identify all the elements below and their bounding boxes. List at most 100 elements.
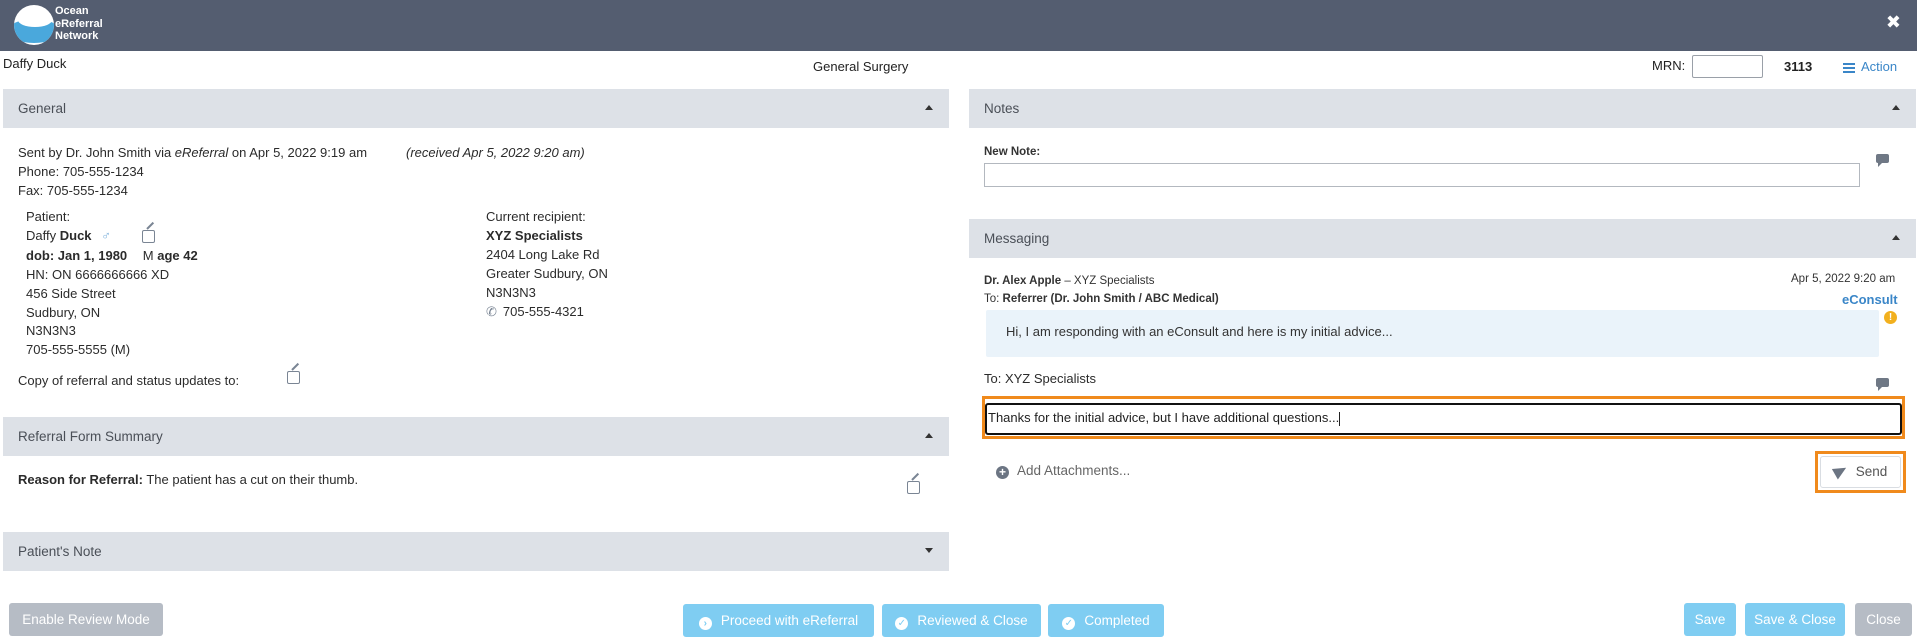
patient-hn: HN: ON 6666666666 XD [26, 267, 170, 282]
close-window-icon[interactable]: ✖ [1886, 12, 1901, 33]
mrn-input[interactable] [1692, 55, 1763, 78]
completed-button[interactable]: ✓ Completed [1048, 604, 1164, 637]
send-button[interactable]: Send [1820, 456, 1901, 488]
messaging-panel-title: Messaging [984, 231, 1050, 246]
patient-dob: dob: Jan 1, 1980 [26, 248, 128, 263]
patient-full-name: Daffy Duck ♂ [26, 226, 111, 245]
close-button[interactable]: Close [1855, 603, 1912, 636]
message-to-prefix: To: [984, 293, 1003, 305]
reason-text: The patient has a cut on their thumb. [142, 472, 359, 487]
add-attachments-label: Add Attachments... [1017, 463, 1131, 478]
new-note-label: New Note: [984, 146, 1041, 158]
patient-label: Patient: [26, 209, 71, 224]
paper-plane-icon [1831, 462, 1849, 480]
referral-type-title: General Surgery [813, 59, 909, 74]
recipient-address-2: Greater Sudbury, ON [486, 266, 608, 281]
logo-line-3: Network [55, 30, 99, 42]
edit-copy-recipients-icon[interactable] [287, 371, 300, 384]
reason-for-referral: Reason for Referral: The patient has a c… [18, 470, 358, 489]
new-note-input[interactable] [984, 163, 1860, 187]
action-label: Action [1861, 59, 1898, 74]
edit-referral-form-icon[interactable] [907, 481, 920, 494]
patient-note-title: Patient's Note [18, 544, 102, 559]
comment-icon[interactable] [1876, 154, 1889, 167]
patient-name-title: Daffy Duck [3, 56, 67, 71]
recipient-postal: N3N3N3 [486, 285, 536, 300]
recipient-address-1: 2404 Long Lake Rd [486, 247, 600, 262]
patient-postal: N3N3N3 [26, 323, 76, 338]
patient-sex: M [142, 248, 154, 263]
check-circle-icon: ✓ [895, 617, 909, 630]
message-sender-name: Dr. Alex Apple [984, 275, 1062, 287]
check-circle-icon: ✓ [1062, 617, 1076, 630]
reviewed-close-button[interactable]: ✓ Reviewed & Close [882, 604, 1041, 637]
general-panel-title: General [18, 101, 67, 116]
collapse-caret-icon[interactable] [1892, 105, 1900, 110]
plus-circle-icon: + [996, 466, 1009, 479]
copy-recipients-label: Copy of referral and status updates to: [18, 373, 240, 388]
reply-to-label: To: XYZ Specialists [984, 371, 1096, 386]
comment-icon[interactable] [1876, 378, 1889, 391]
save-close-button[interactable]: Save & Close [1745, 603, 1845, 636]
patient-note-panel-header[interactable]: Patient's Note [3, 532, 949, 571]
collapse-caret-icon[interactable] [925, 105, 933, 110]
patient-last-name: Duck [59, 228, 92, 243]
phone-icon: ✆ [486, 304, 497, 319]
logo-line-1: Ocean [55, 5, 89, 17]
recipient-phone-line: ✆ 705-555-4321 [486, 302, 584, 321]
warning-icon[interactable]: ! [1884, 311, 1897, 324]
text-cursor [1339, 411, 1341, 426]
add-attachments-link[interactable]: + Add Attachments... [996, 463, 1130, 479]
logo-text: Ocean eReferral Network [55, 5, 103, 43]
patient-phone: 705-555-5555 (M) [26, 342, 131, 357]
top-bar: Ocean eReferral Network ✖ [0, 0, 1917, 51]
logo-line-2: eReferral [55, 17, 103, 30]
referral-summary-panel-header[interactable]: Referral Form Summary [3, 417, 949, 456]
sender-fax: Fax: 705-555-1234 [18, 183, 128, 198]
message-sender-separator: – [1061, 275, 1074, 287]
reply-message-text: Thanks for the initial advice, but I hav… [988, 410, 1340, 425]
reply-message-input[interactable]: Thanks for the initial advice, but I hav… [985, 403, 1902, 435]
message-bubble: Hi, I am responding with an eConsult and… [986, 310, 1879, 357]
completed-label: Completed [1084, 613, 1150, 628]
edit-patient-icon[interactable] [142, 230, 155, 243]
enable-review-mode-button[interactable]: Enable Review Mode [9, 603, 163, 636]
notes-panel-title: Notes [984, 101, 1020, 116]
recipient-label: Current recipient: [486, 209, 586, 224]
ocean-logo-icon [14, 5, 54, 45]
referral-summary-title: Referral Form Summary [18, 429, 163, 444]
message-timestamp: Apr 5, 2022 9:20 am [1791, 273, 1896, 285]
message-text: Hi, I am responding with an eConsult and… [1006, 324, 1393, 339]
patient-dob-line: dob: Jan 1, 1980 M age 42 [26, 246, 198, 265]
sent-by-channel: eReferral [174, 145, 229, 160]
message-to-value: Referrer (Dr. John Smith / ABC Medical) [1002, 293, 1219, 305]
econsult-type-link[interactable]: eConsult [1842, 292, 1898, 307]
referral-number: 3113 [1784, 59, 1813, 74]
collapse-caret-icon[interactable] [925, 433, 933, 438]
save-button[interactable]: Save [1684, 603, 1736, 636]
sent-by-prefix: Sent by Dr. John Smith via [18, 145, 175, 160]
mrn-label: MRN: [1652, 58, 1686, 73]
message-recipient: To: Referrer (Dr. John Smith / ABC Medic… [984, 293, 1219, 305]
hamburger-icon [1843, 61, 1855, 75]
expand-caret-icon[interactable] [925, 548, 933, 553]
sent-by-date: on Apr 5, 2022 9:19 am [228, 145, 368, 160]
patient-first-name: Daffy [26, 228, 57, 243]
proceed-label: Proceed with eReferral [720, 613, 859, 628]
collapse-caret-icon[interactable] [1892, 235, 1900, 240]
send-label: Send [1855, 464, 1888, 479]
received-timestamp: (received Apr 5, 2022 9:20 am) [406, 145, 585, 160]
messaging-panel-header[interactable]: Messaging [969, 219, 1916, 258]
sender-phone: Phone: 705-555-1234 [18, 164, 144, 179]
general-panel-header[interactable]: General [3, 89, 949, 128]
patient-age: age 42 [157, 248, 198, 263]
patient-address-2: Sudbury, ON [26, 305, 101, 320]
recipient-phone: 705-555-4321 [502, 304, 584, 319]
reason-label: Reason for Referral: [18, 472, 143, 487]
action-menu-button[interactable]: Action [1843, 59, 1897, 75]
reviewed-close-label: Reviewed & Close [917, 613, 1028, 628]
message-sender: Dr. Alex Apple – XYZ Specialists [984, 275, 1154, 287]
notes-panel-header[interactable]: Notes [969, 89, 1916, 128]
proceed-ereferral-button[interactable]: › Proceed with eReferral [683, 604, 874, 637]
male-gender-icon: ♂ [101, 228, 111, 243]
